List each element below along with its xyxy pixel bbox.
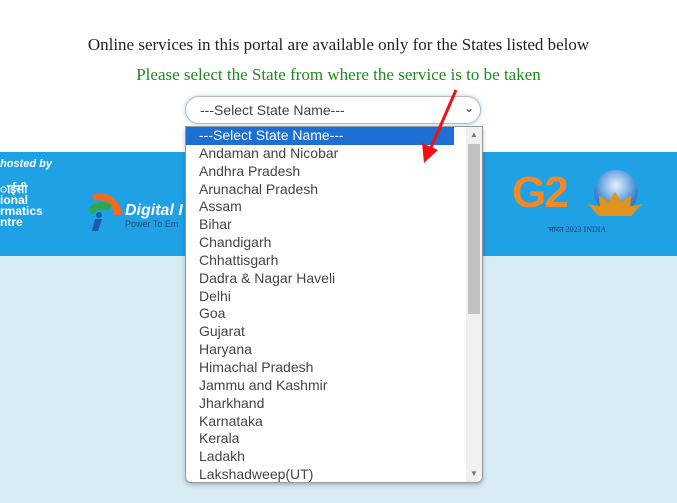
state-option[interactable]: Himachal Pradesh [186, 359, 454, 377]
state-option[interactable]: Andhra Pradesh [186, 163, 454, 181]
scrollbar-thumb[interactable] [468, 144, 480, 314]
state-option[interactable]: Lakshadweep(UT) [186, 466, 454, 482]
state-option[interactable]: Andaman and Nicobar [186, 145, 454, 163]
digital-india-text: Digital I [125, 202, 183, 219]
digital-india-tagline: Power To Em [125, 219, 179, 229]
select-instruction: Please select the State from where the s… [136, 65, 541, 84]
scroll-down-icon[interactable]: ▼ [466, 466, 482, 482]
state-option[interactable]: Kerala [186, 430, 454, 448]
state-select[interactable]: ---Select State Name--- ⌄ [185, 96, 481, 124]
state-option[interactable]: Arunachal Pradesh [186, 181, 454, 199]
state-option[interactable]: Jharkhand [186, 395, 454, 413]
state-option[interactable]: Chhattisgarh [186, 252, 454, 270]
state-option[interactable]: Goa [186, 305, 454, 323]
availability-notice: Online services in this portal are avail… [87, 35, 590, 54]
state-option[interactable]: Dadra & Nagar Haveli [186, 270, 454, 288]
state-select-value: ---Select State Name--- [200, 102, 345, 118]
nic-logo: ाईसी ional rmatics ntre [0, 183, 43, 229]
state-option[interactable]: Assam [186, 198, 454, 216]
state-option[interactable]: Chandigarh [186, 234, 454, 252]
state-option[interactable]: ---Select State Name--- [186, 127, 454, 145]
nic-line: ntre [0, 215, 23, 229]
scrollbar[interactable]: ▲ ▼ [466, 127, 482, 482]
state-option[interactable]: Haryana [186, 341, 454, 359]
state-option[interactable]: Jammu and Kashmir [186, 377, 454, 395]
scroll-up-icon[interactable]: ▲ [466, 127, 482, 143]
state-option[interactable]: Delhi [186, 288, 454, 306]
digital-india-logo-icon [88, 193, 122, 231]
state-option[interactable]: Gujarat [186, 323, 454, 341]
state-option[interactable]: Ladakh [186, 448, 454, 466]
hosted-by-label: hosted by [0, 158, 52, 170]
state-option[interactable]: Karnataka [186, 413, 454, 431]
state-option[interactable]: Bihar [186, 216, 454, 234]
g20-subtitle: भारत 2023 INDIA [548, 225, 607, 234]
state-dropdown-list[interactable]: ---Select State Name--- Andaman and Nicob… [185, 126, 483, 483]
chevron-down-icon: ⌄ [463, 101, 474, 115]
g20-logo: G2 [512, 168, 569, 217]
